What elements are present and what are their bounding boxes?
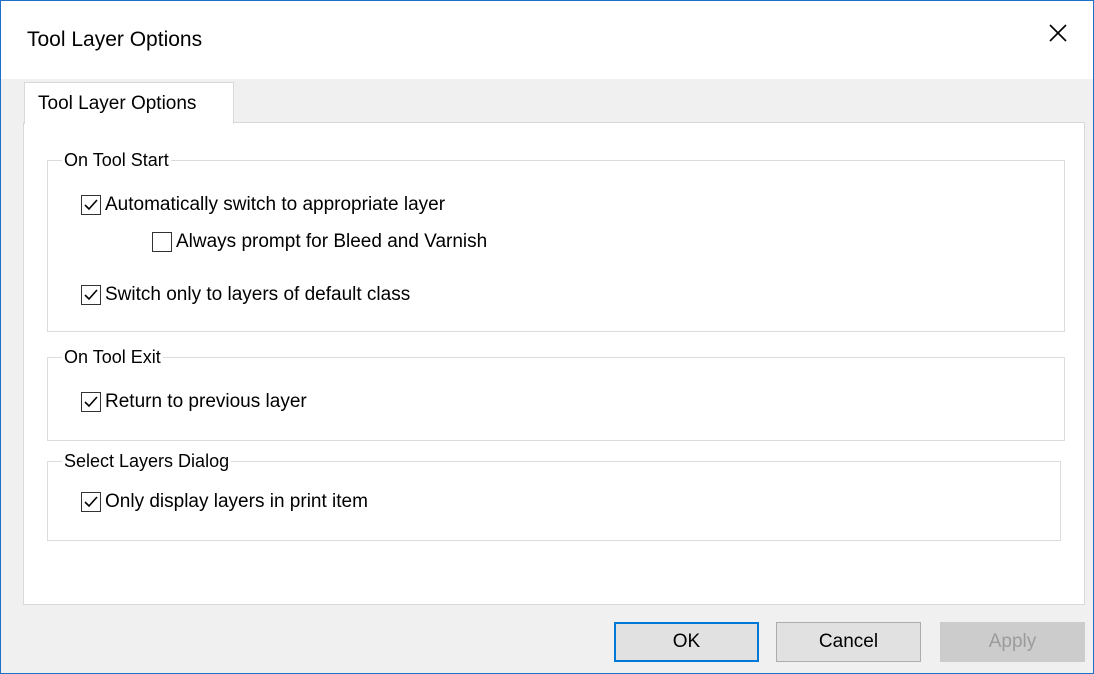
group-on-tool-start: On Tool Start Automatically switch to ap… bbox=[47, 148, 1065, 332]
dialog-window: Tool Layer Options Tool Layer Options On… bbox=[0, 0, 1094, 674]
checkbox-only-print-item[interactable]: Only display layers in print item bbox=[81, 490, 368, 514]
checkmark-icon bbox=[84, 396, 98, 408]
checkmark-icon bbox=[84, 496, 98, 508]
checkmark-icon bbox=[84, 289, 98, 301]
group-select-layers-dialog: Select Layers Dialog Only display layers… bbox=[47, 449, 1061, 541]
checkbox-return-previous-layer[interactable]: Return to previous layer bbox=[81, 390, 307, 414]
ok-button[interactable]: OK bbox=[614, 622, 759, 662]
checkbox-label: Switch only to layers of default class bbox=[105, 284, 411, 305]
checkbox-box[interactable] bbox=[81, 195, 101, 215]
checkbox-box[interactable] bbox=[152, 232, 172, 252]
cancel-button[interactable]: Cancel bbox=[776, 622, 921, 662]
group-on-tool-exit: On Tool Exit Return to previous layer bbox=[47, 345, 1065, 441]
checkbox-label: Only display layers in print item bbox=[105, 491, 368, 512]
checkbox-prompt-bleed-varnish[interactable]: Always prompt for Bleed and Varnish bbox=[152, 230, 487, 254]
group-title-select-layers-dialog: Select Layers Dialog bbox=[62, 449, 232, 473]
checkbox-label: Always prompt for Bleed and Varnish bbox=[176, 231, 488, 252]
apply-button[interactable]: Apply bbox=[940, 622, 1085, 662]
checkbox-box[interactable] bbox=[81, 285, 101, 305]
tab-tool-layer-options[interactable]: Tool Layer Options bbox=[24, 82, 234, 124]
close-button[interactable] bbox=[1023, 1, 1093, 69]
group-title-on-tool-start: On Tool Start bbox=[62, 148, 171, 172]
checkbox-default-class[interactable]: Switch only to layers of default class bbox=[81, 283, 410, 307]
title-bar: Tool Layer Options bbox=[1, 1, 1093, 79]
checkbox-box[interactable] bbox=[81, 392, 101, 412]
tab-label: Tool Layer Options bbox=[38, 93, 197, 114]
checkbox-box[interactable] bbox=[81, 492, 101, 512]
checkbox-label: Automatically switch to appropriate laye… bbox=[105, 194, 446, 215]
checkmark-icon bbox=[84, 199, 98, 211]
checkbox-label: Return to previous layer bbox=[105, 391, 307, 412]
close-icon bbox=[1048, 23, 1068, 48]
checkbox-auto-switch[interactable]: Automatically switch to appropriate laye… bbox=[81, 193, 445, 217]
tab-panel: On Tool Start Automatically switch to ap… bbox=[23, 122, 1085, 605]
group-title-on-tool-exit: On Tool Exit bbox=[62, 345, 163, 369]
dialog-title: Tool Layer Options bbox=[27, 28, 203, 51]
